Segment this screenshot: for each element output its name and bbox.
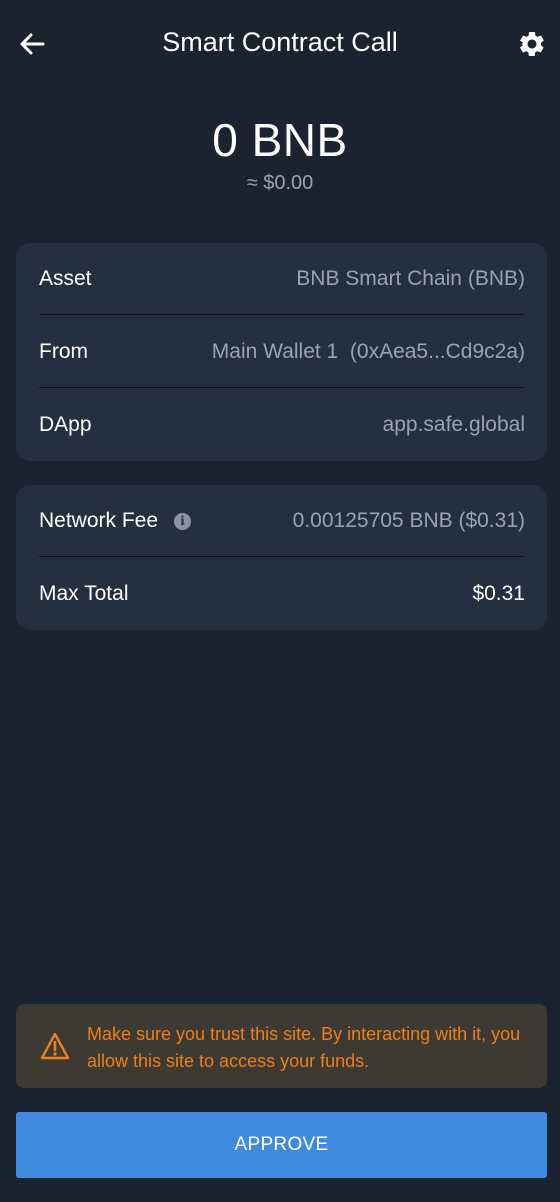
- dapp-label: DApp: [39, 413, 92, 436]
- approve-button[interactable]: APPROVE: [16, 1112, 547, 1178]
- warning-text: Make sure you trust this site. By intera…: [87, 1024, 521, 1071]
- page-title: Smart Contract Call: [162, 27, 398, 57]
- max-total-label: Max Total: [39, 582, 129, 605]
- amount-fiat: ≈ $0.00: [246, 172, 314, 194]
- header: Smart Contract Call: [0, 0, 560, 90]
- info-icon[interactable]: i: [174, 512, 192, 530]
- asset-value: BNB Smart Chain (BNB): [296, 267, 525, 290]
- dapp-value: app.safe.global: [382, 413, 525, 436]
- warning-triangle-icon: [40, 1032, 70, 1060]
- from-label: From: [39, 340, 88, 363]
- details-card: Asset BNB Smart Chain (BNB) From Main Wa…: [16, 243, 547, 461]
- max-total-row: Max Total $0.31: [39, 558, 525, 630]
- from-value: Main Wallet 1 (0xAea5...Cd9c2a): [211, 340, 525, 363]
- network-fee-label: Network Fee: [39, 509, 159, 532]
- network-fee-row[interactable]: Network Fee i 0.00125705 BNB ($0.31): [39, 485, 525, 557]
- max-total-value: $0.31: [472, 582, 525, 605]
- fees-card: Network Fee i 0.00125705 BNB ($0.31) Max…: [16, 485, 547, 630]
- from-row: From Main Wallet 1 (0xAea5...Cd9c2a): [39, 316, 525, 388]
- dapp-row: DApp app.safe.global: [39, 389, 525, 461]
- gear-icon: [519, 31, 544, 56]
- trust-warning-banner: Make sure you trust this site. By intera…: [16, 1004, 547, 1088]
- network-fee-value: 0.00125705 BNB ($0.31): [292, 509, 525, 532]
- asset-row: Asset BNB Smart Chain (BNB): [39, 243, 525, 315]
- asset-label: Asset: [39, 267, 92, 290]
- amount-value: 0 BNB: [212, 114, 348, 166]
- settings-button[interactable]: [512, 24, 552, 64]
- network-fee-label-group: Network Fee i: [39, 509, 192, 533]
